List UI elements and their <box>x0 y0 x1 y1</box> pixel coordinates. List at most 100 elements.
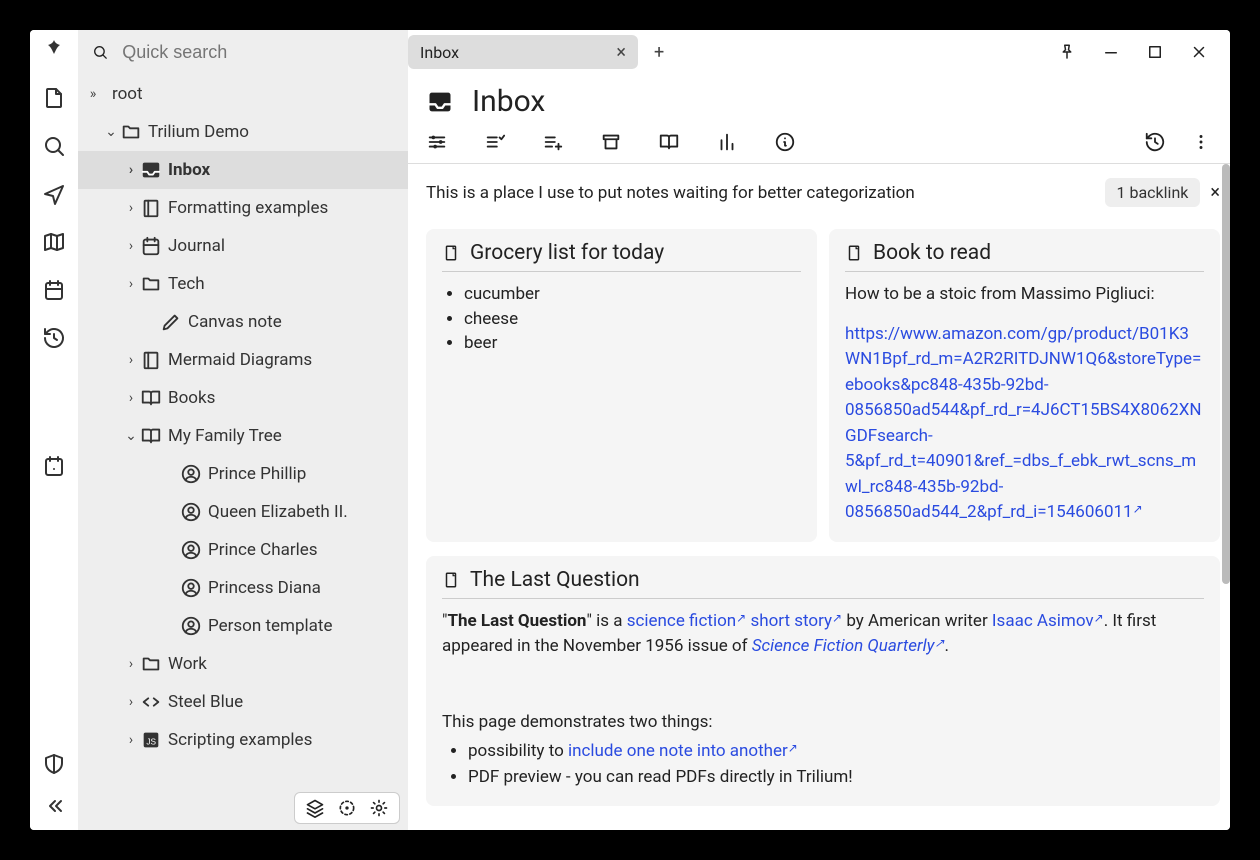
card-book[interactable]: Book to read How to be a stoic from Mass… <box>829 229 1220 542</box>
history-icon[interactable] <box>42 326 66 350</box>
link-sfq[interactable]: Science Fiction Quarterly <box>752 636 945 656</box>
quick-search-input[interactable] <box>122 42 396 63</box>
chevron-icon[interactable]: › <box>122 238 140 254</box>
note-content[interactable]: This is a place I use to put notes waiti… <box>408 164 1230 830</box>
main-panel: Inbox × + Inbox <box>408 30 1230 830</box>
chevron-icon[interactable]: › <box>122 352 140 368</box>
tree-item-prince-phillip[interactable]: Prince Phillip <box>78 455 408 493</box>
maximize-icon[interactable] <box>1146 43 1164 61</box>
map-icon[interactable] <box>42 230 66 254</box>
close-icon[interactable]: × <box>616 42 626 63</box>
search-icon[interactable] <box>42 134 66 158</box>
tree-label: Trilium Demo <box>148 122 249 142</box>
chevron-icon[interactable]: ⌄ <box>102 124 120 140</box>
scrollbar[interactable] <box>1222 164 1230 584</box>
link-include-note[interactable]: include one note into another <box>568 741 798 761</box>
note-tree[interactable]: » root ⌄ Trilium Demo ›Inbox›Formatting ex… <box>78 75 408 786</box>
chevron-right-icon[interactable]: » <box>84 86 102 102</box>
chart-icon[interactable] <box>716 131 738 153</box>
link-asimov[interactable]: Isaac Asimov <box>992 611 1104 631</box>
list-item: beer <box>464 331 801 356</box>
chevron-icon[interactable]: › <box>122 200 140 216</box>
tree-item-princess-diana[interactable]: Princess Diana <box>78 569 408 607</box>
sliders-icon[interactable] <box>426 131 448 153</box>
person-icon <box>180 539 202 561</box>
inbox-icon <box>140 159 162 181</box>
new-note-icon[interactable] <box>42 86 66 110</box>
today-icon[interactable] <box>42 454 66 478</box>
calendar-icon <box>140 235 162 257</box>
link-science-fiction[interactable]: science fiction <box>627 611 747 631</box>
note-title[interactable]: Inbox <box>472 84 545 119</box>
menu-icon[interactable] <box>1190 131 1212 153</box>
window-controls <box>1058 43 1222 61</box>
tree-item-inbox[interactable]: ›Inbox <box>78 151 408 189</box>
new-tab-button[interactable]: + <box>654 42 664 63</box>
add-list-icon[interactable] <box>542 131 564 153</box>
tree-item-journal[interactable]: ›Journal <box>78 227 408 265</box>
chevron-icon[interactable]: › <box>122 276 140 292</box>
book-open-icon[interactable] <box>658 131 680 153</box>
tree-label: Person template <box>208 616 332 636</box>
chevron-icon[interactable]: ⌄ <box>122 428 140 444</box>
chevron-icon[interactable]: › <box>122 162 140 178</box>
tree-label: Princess Diana <box>208 578 321 598</box>
tree-item-steel-blue[interactable]: › Steel Blue <box>78 683 408 721</box>
list-item: cucumber <box>464 282 801 307</box>
tree-item-tech[interactable]: ›Tech <box>78 265 408 303</box>
layers-icon[interactable] <box>305 798 325 818</box>
tree-item-books[interactable]: ›Books <box>78 379 408 417</box>
person-icon <box>180 501 202 523</box>
collapse-icon[interactable] <box>42 794 66 818</box>
card-grocery[interactable]: Grocery list for today cucumber cheese b… <box>426 229 817 542</box>
tree-item-prince-charles[interactable]: Prince Charles <box>78 531 408 569</box>
tree-item-scripting-examples[interactable]: ›JSScripting examples <box>78 721 408 759</box>
calendar-icon[interactable] <box>42 278 66 302</box>
card-text: How to be a stoic from Massimo Pigliuci: <box>845 282 1204 308</box>
target-icon[interactable] <box>337 798 357 818</box>
chevron-icon[interactable]: › <box>122 694 140 710</box>
close-icon[interactable]: × <box>1210 182 1220 203</box>
person-icon <box>180 577 202 599</box>
link-short-story[interactable]: short story <box>750 611 842 631</box>
folder-icon <box>140 653 162 675</box>
app-logo-icon[interactable] <box>42 38 66 62</box>
tree-item-trilium-demo[interactable]: ⌄ Trilium Demo <box>78 113 408 151</box>
shield-icon[interactable] <box>42 752 66 776</box>
tab-inbox[interactable]: Inbox × <box>408 35 638 69</box>
send-icon[interactable] <box>42 182 66 206</box>
window-close-icon[interactable] <box>1190 43 1208 61</box>
tree-item-canvas-note[interactable]: Canvas note <box>78 303 408 341</box>
tree-label: Prince Charles <box>208 540 318 560</box>
tree-item-person-template[interactable]: Person template <box>78 607 408 645</box>
minimize-icon[interactable] <box>1102 43 1120 61</box>
chevron-icon[interactable]: › <box>122 732 140 748</box>
note-tree-panel: » root ⌄ Trilium Demo ›Inbox›Formatting ex… <box>78 30 408 830</box>
settings-icon[interactable] <box>369 798 389 818</box>
tree-footer <box>78 786 408 830</box>
tree-item-work[interactable]: ›Work <box>78 645 408 683</box>
ribbon-toolbar <box>408 125 1230 164</box>
tree-item-mermaid-diagrams[interactable]: ›Mermaid Diagrams <box>78 341 408 379</box>
chevron-icon[interactable]: › <box>122 390 140 406</box>
search-row <box>78 30 408 75</box>
revisions-icon[interactable] <box>1144 131 1166 153</box>
app-frame: » root ⌄Trilium Demo›Inbox›Formatting ex… <box>30 30 1230 830</box>
tree-item-my-family-tree[interactable]: ⌄My Family Tree <box>78 417 408 455</box>
backlink-badge[interactable]: 1 backlink <box>1105 178 1201 207</box>
tree-item-formatting-examples[interactable]: ›Formatting examples <box>78 189 408 227</box>
archive-icon[interactable] <box>600 131 622 153</box>
tree-item-queen-elizabeth-ii-[interactable]: Queen Elizabeth II. <box>78 493 408 531</box>
checklist-icon[interactable] <box>484 131 506 153</box>
note-icon <box>845 244 863 262</box>
list-item: cheese <box>464 307 801 332</box>
info-icon[interactable] <box>774 131 796 153</box>
card-last-question[interactable]: The Last Question "The Last Question" is… <box>426 556 1220 807</box>
book-icon <box>140 197 162 219</box>
tree-root[interactable]: » root <box>78 75 408 113</box>
tree-label: Steel Blue <box>168 692 243 712</box>
amazon-link[interactable]: https://www.amazon.com/gp/product/B01K3W… <box>845 324 1202 523</box>
grocery-list: cucumber cheese beer <box>464 282 801 356</box>
chevron-icon[interactable]: › <box>122 656 140 672</box>
pin-icon[interactable] <box>1058 43 1076 61</box>
